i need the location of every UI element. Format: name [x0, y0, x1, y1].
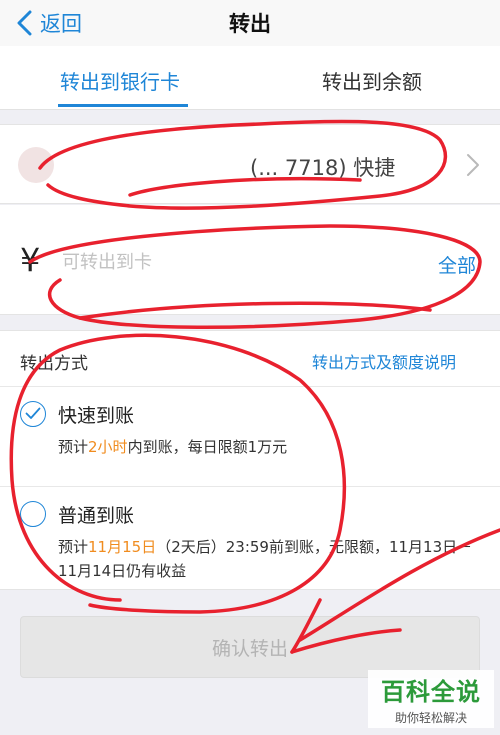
option-fast-arrival[interactable]: 快速到账 预计2小时内到账，每日限额1万元	[0, 386, 500, 486]
option-description: 预计2小时内到账，每日限额1万元	[58, 435, 478, 459]
tab-to-bank-card[interactable]: 转出到银行卡	[60, 66, 180, 95]
amount-row: ¥ 全部	[0, 205, 500, 315]
method-section-header: 转出方式 转出方式及额度说明	[0, 330, 500, 386]
desc-highlight: 2小时	[88, 438, 128, 456]
bank-logo-icon	[18, 147, 54, 183]
nav-bar: 返回 转出	[0, 0, 500, 46]
confirm-transfer-button[interactable]: 确认转出	[20, 616, 480, 678]
amount-input[interactable]	[62, 245, 422, 279]
desc-suffix: 内到账，每日限额1万元	[127, 438, 288, 456]
radio-checked-icon[interactable]	[20, 401, 46, 427]
method-info-link[interactable]: 转出方式及额度说明	[312, 349, 456, 373]
bank-card-selector[interactable]: (... 7718) 快捷	[0, 124, 500, 204]
tab-bar: 转出到银行卡 转出到余额	[0, 46, 500, 110]
watermark-logo: 百科全说	[381, 678, 481, 706]
option-description: 预计11月15日（2天后）23:59前到账，无限额，11月13日－11月14日仍…	[58, 535, 478, 583]
watermark-subtitle: 助你轻松解决	[394, 711, 467, 725]
option-title: 快速到账	[58, 405, 135, 427]
active-tab-indicator	[58, 104, 188, 107]
option-title: 普通到账	[58, 505, 135, 527]
chevron-right-icon	[467, 154, 479, 176]
withdraw-all-button[interactable]: 全部	[438, 251, 476, 278]
watermark: 百科全说 助你轻松解决	[368, 670, 494, 728]
desc-prefix: 预计	[58, 438, 89, 456]
desc-highlight: 11月15日	[88, 538, 157, 556]
bank-card-name: (... 7718) 快捷	[250, 156, 396, 180]
radio-unchecked-icon[interactable]	[20, 501, 46, 527]
currency-symbol: ¥	[20, 241, 41, 279]
tab-to-balance[interactable]: 转出到余额	[322, 66, 422, 95]
option-normal-arrival[interactable]: 普通到账 预计11月15日（2天后）23:59前到账，无限额，11月13日－11…	[0, 486, 500, 590]
desc-prefix: 预计	[58, 538, 89, 556]
page-title: 转出	[229, 12, 271, 36]
method-section-title: 转出方式	[20, 354, 88, 374]
